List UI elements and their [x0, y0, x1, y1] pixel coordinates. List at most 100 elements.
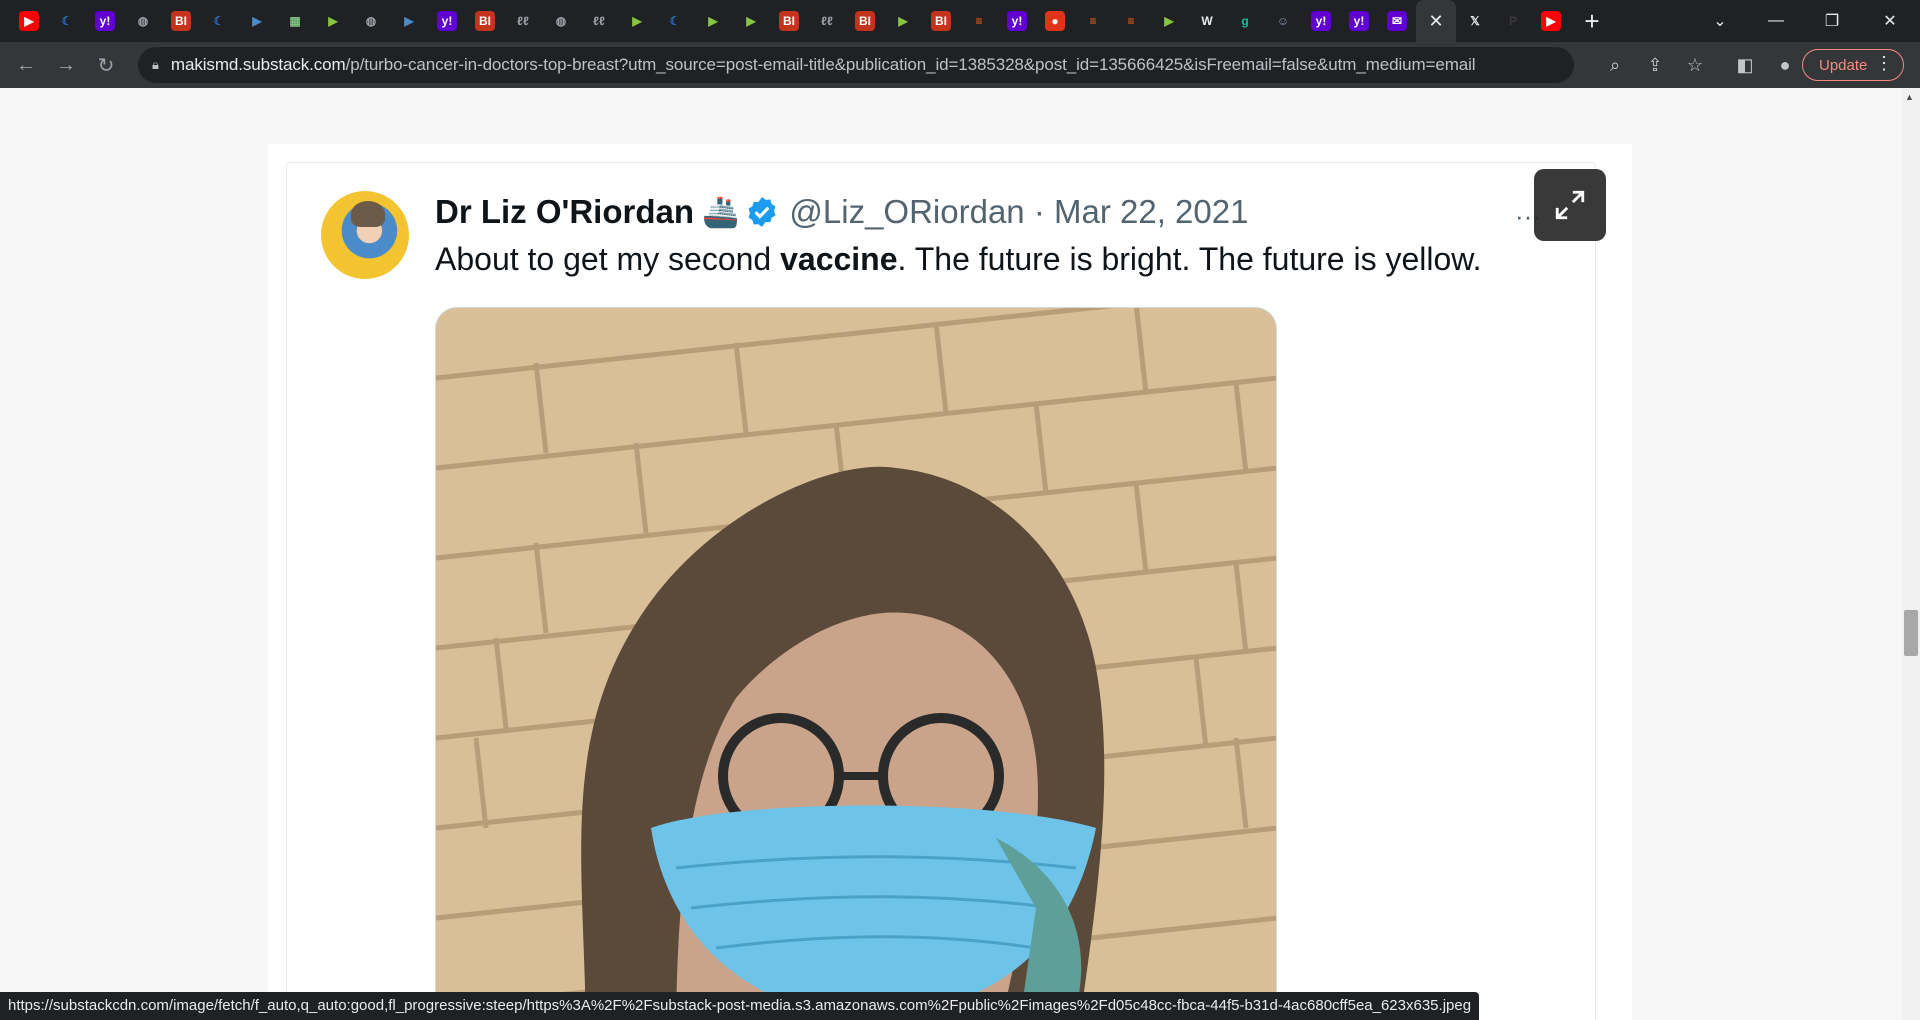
rumble-icon: ▶	[898, 14, 908, 28]
yahoo-icon: y!	[1311, 11, 1331, 31]
browser-tab[interactable]: ▶	[1150, 0, 1188, 42]
close-window-icon[interactable]: ✕	[1862, 0, 1918, 42]
browser-tab[interactable]: 𝕏	[1456, 0, 1494, 42]
side-panel-icon[interactable]: ◧	[1730, 50, 1760, 80]
rumble-icon: ▶	[708, 14, 718, 28]
restore-icon[interactable]: ❐	[1804, 0, 1860, 42]
rumble-icon: ▶	[746, 14, 756, 28]
browser-tab[interactable]: ✉	[1378, 0, 1416, 42]
browser-tab[interactable]: ▶	[314, 0, 352, 42]
youtube-icon: ▶	[19, 11, 39, 31]
script-icon: ℓℓ	[517, 14, 529, 28]
script-icon: ℓℓ	[593, 14, 605, 28]
reload-icon[interactable]: ↻	[86, 45, 126, 85]
bookmark-star-icon[interactable]: ☆	[1680, 50, 1710, 80]
browser-tab[interactable]: y!	[1302, 0, 1340, 42]
browser-tab[interactable]: ▶	[390, 0, 428, 42]
browser-tab[interactable]: BI	[770, 0, 808, 42]
browser-tab[interactable]: ☾	[200, 0, 238, 42]
tweet-text: About to get my second vaccine. The futu…	[435, 241, 1482, 278]
minimize-icon[interactable]: —	[1748, 0, 1804, 42]
browser-tab[interactable]: ☺	[1264, 0, 1302, 42]
browser-tab[interactable]: ℓℓ	[808, 0, 846, 42]
bi-icon: BI	[931, 11, 951, 31]
forward-arrow-icon[interactable]: →	[46, 45, 86, 85]
yahoo-icon: y!	[1349, 11, 1369, 31]
update-button[interactable]: Update ⋮	[1802, 49, 1904, 81]
browser-tab[interactable]: ▦	[276, 0, 314, 42]
bi-icon: BI	[855, 11, 875, 31]
browser-tab[interactable]: ≡	[1112, 0, 1150, 42]
shield-icon: ☾	[61, 14, 73, 28]
scrollbar[interactable]	[1902, 88, 1920, 1020]
browser-tab[interactable]: ≡	[960, 0, 998, 42]
browser-tab[interactable]: ▶	[238, 0, 276, 42]
globe-icon: ◍	[365, 14, 377, 28]
page-content: Dr Liz O'Riordan 🚢 @Liz_ORiordan · Mar 2…	[0, 88, 1902, 1020]
browser-toolbar: ← → ↻ 🔒︎ makismd.substack.com/p/turbo-ca…	[0, 42, 1920, 88]
update-label: Update	[1819, 56, 1868, 74]
scroll-up-arrow-icon[interactable]: ▲	[1905, 92, 1914, 102]
news-icon: W	[1201, 14, 1213, 28]
author-name[interactable]: Dr Liz O'Riordan	[435, 193, 694, 231]
author-avatar[interactable]	[321, 191, 409, 279]
bi-icon: BI	[779, 11, 799, 31]
browser-tab[interactable]: y!	[998, 0, 1036, 42]
browser-tab[interactable]: BI	[466, 0, 504, 42]
tab-search-icon[interactable]: ⌄	[1692, 0, 1748, 42]
scroll-thumb[interactable]	[1904, 610, 1918, 656]
substack-icon: ≡	[1089, 14, 1097, 28]
tweet-date[interactable]: Mar 22, 2021	[1054, 193, 1248, 231]
browser-tab[interactable]: ☾	[656, 0, 694, 42]
browser-tab[interactable]: ▶	[694, 0, 732, 42]
menu-dots-icon[interactable]: ⋮	[1875, 53, 1893, 74]
profile-icon[interactable]: ●	[1770, 50, 1800, 80]
bookmark-icon: ▶	[252, 14, 262, 28]
zoom-icon[interactable]: ⌕	[1600, 50, 1630, 80]
substack-icon: ≡	[1127, 14, 1135, 28]
browser-tab[interactable]: ▶	[884, 0, 922, 42]
map-icon: ▦	[289, 14, 301, 28]
browser-tab[interactable]: ▶	[732, 0, 770, 42]
browser-tab[interactable]: W	[1188, 0, 1226, 42]
address-bar[interactable]: 🔒︎ makismd.substack.com/p/turbo-cancer-i…	[138, 47, 1574, 83]
yahoo-mail-icon: ✉	[1387, 11, 1407, 31]
back-arrow-icon[interactable]: ←	[6, 45, 46, 85]
selfie-image	[436, 308, 1276, 1020]
browser-tab[interactable]: ℓℓ	[580, 0, 618, 42]
tweet-text-part: About to get my second	[435, 241, 781, 277]
browser-tab[interactable]: ≡	[1074, 0, 1112, 42]
browser-tab[interactable]: ◍	[352, 0, 390, 42]
browser-tab[interactable]: y!	[1340, 0, 1378, 42]
browser-tab[interactable]: y!	[86, 0, 124, 42]
x-icon: 𝕏	[1470, 14, 1480, 28]
tweet-photo[interactable]	[435, 307, 1277, 1020]
lock-icon: 🔒︎	[152, 57, 159, 72]
shield-icon: ☾	[213, 14, 225, 28]
browser-tab[interactable]: ▶	[1532, 0, 1570, 42]
globe-icon: ◍	[555, 14, 567, 28]
browser-tab[interactable]: BI	[922, 0, 960, 42]
browser-tab[interactable]: y!	[428, 0, 466, 42]
new-tab-button[interactable]: +	[1570, 0, 1614, 42]
profile-icon: ☺	[1276, 14, 1290, 28]
expand-image-button[interactable]	[1534, 169, 1606, 241]
yahoo-icon: y!	[95, 11, 115, 31]
share-icon[interactable]: ⇪	[1640, 50, 1670, 80]
browser-tab[interactable]: P	[1494, 0, 1532, 42]
browser-tab[interactable]: ●	[1036, 0, 1074, 42]
browser-tab[interactable]: ☾	[48, 0, 86, 42]
browser-tab[interactable]: ▶	[10, 0, 48, 42]
browser-tab[interactable]: ✕	[1416, 0, 1456, 42]
browser-tab[interactable]: ◍	[542, 0, 580, 42]
tweet-embed[interactable]: Dr Liz O'Riordan 🚢 @Liz_ORiordan · Mar 2…	[286, 162, 1596, 1020]
rumble-icon: ▶	[1164, 14, 1174, 28]
browser-tab[interactable]: ▶	[618, 0, 656, 42]
browser-tab[interactable]: BI	[846, 0, 884, 42]
browser-tab[interactable]: ◍	[124, 0, 162, 42]
browser-tab[interactable]: ℓℓ	[504, 0, 542, 42]
browser-tab[interactable]: g	[1226, 0, 1264, 42]
author-handle[interactable]: @Liz_ORiordan	[789, 193, 1024, 231]
patreon-icon: P	[1508, 14, 1517, 28]
browser-tab[interactable]: BI	[162, 0, 200, 42]
